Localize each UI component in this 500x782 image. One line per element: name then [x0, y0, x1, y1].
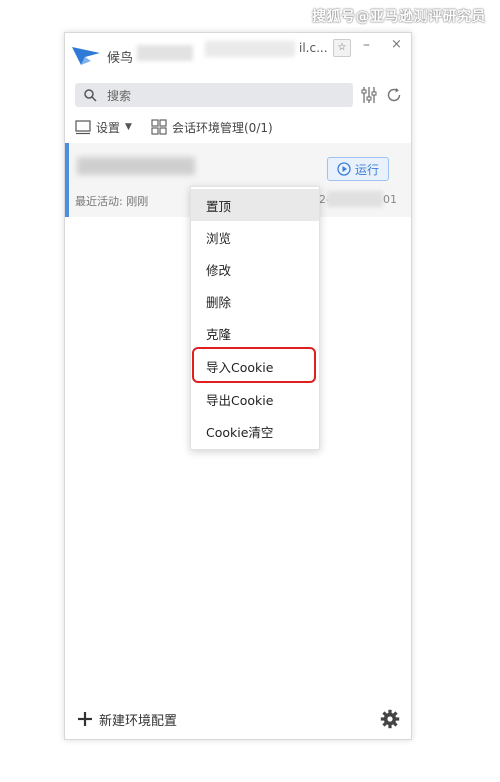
- chevron-down-icon: ▼: [125, 122, 132, 132]
- annotation-highlight-box: [192, 347, 316, 383]
- play-icon: [337, 162, 351, 176]
- gear-icon[interactable]: [380, 709, 400, 729]
- refresh-icon[interactable]: [385, 86, 403, 104]
- menu-item-delete[interactable]: 删除: [191, 285, 319, 317]
- menu-item-edit[interactable]: 修改: [191, 253, 319, 285]
- minimize-button[interactable]: –: [363, 37, 370, 53]
- redacted-account: [205, 41, 295, 57]
- env-management-label: 会话环境管理(0/1): [172, 120, 273, 135]
- plus-icon: [78, 712, 92, 726]
- redacted-title: [137, 45, 193, 61]
- pin-button[interactable]: ☆: [333, 39, 351, 57]
- run-button[interactable]: 运行: [327, 157, 389, 181]
- logo-icon: [72, 47, 100, 65]
- date-suffix: 01: [383, 193, 397, 206]
- redacted-profile-name: [77, 157, 195, 175]
- filter-icon[interactable]: [361, 85, 377, 105]
- menu-item-export-cookie[interactable]: 导出Cookie: [191, 383, 319, 415]
- settings-dropdown[interactable]: 设置 ▼: [75, 117, 132, 137]
- settings-label: 设置: [96, 120, 121, 135]
- app-title: 候鸟: [107, 51, 134, 66]
- env-management-link[interactable]: 会话环境管理(0/1): [151, 117, 273, 137]
- menu-item-browse[interactable]: 浏览: [191, 221, 319, 253]
- account-suffix: il.c...: [299, 41, 328, 55]
- new-env-label: 新建环境配置: [99, 713, 178, 729]
- run-label: 运行: [354, 162, 379, 177]
- settings-icon: [75, 120, 91, 135]
- search-icon: [84, 89, 97, 102]
- watermark: 搜狐号@亚马逊测评研究员: [312, 9, 486, 25]
- search-input[interactable]: [105, 86, 349, 106]
- search-box: [75, 83, 353, 107]
- menu-item-clone[interactable]: 克隆: [191, 317, 319, 349]
- close-button[interactable]: ×: [391, 37, 402, 52]
- menu-item-clear-cookie[interactable]: Cookie清空: [191, 415, 319, 447]
- redacted-date: [327, 191, 383, 207]
- title-bar: 候鸟 il.c... ☆ – ×: [65, 33, 411, 69]
- new-env-button[interactable]: 新建环境配置: [77, 709, 177, 729]
- grid-icon: [151, 119, 167, 135]
- menu-item-pin-top[interactable]: 置顶: [191, 189, 319, 221]
- last-active-text: 最近活动: 刚刚: [75, 195, 149, 208]
- context-menu: 置顶 浏览 修改 删除 克隆 导入Cookie 导出Cookie Cookie清…: [190, 186, 320, 450]
